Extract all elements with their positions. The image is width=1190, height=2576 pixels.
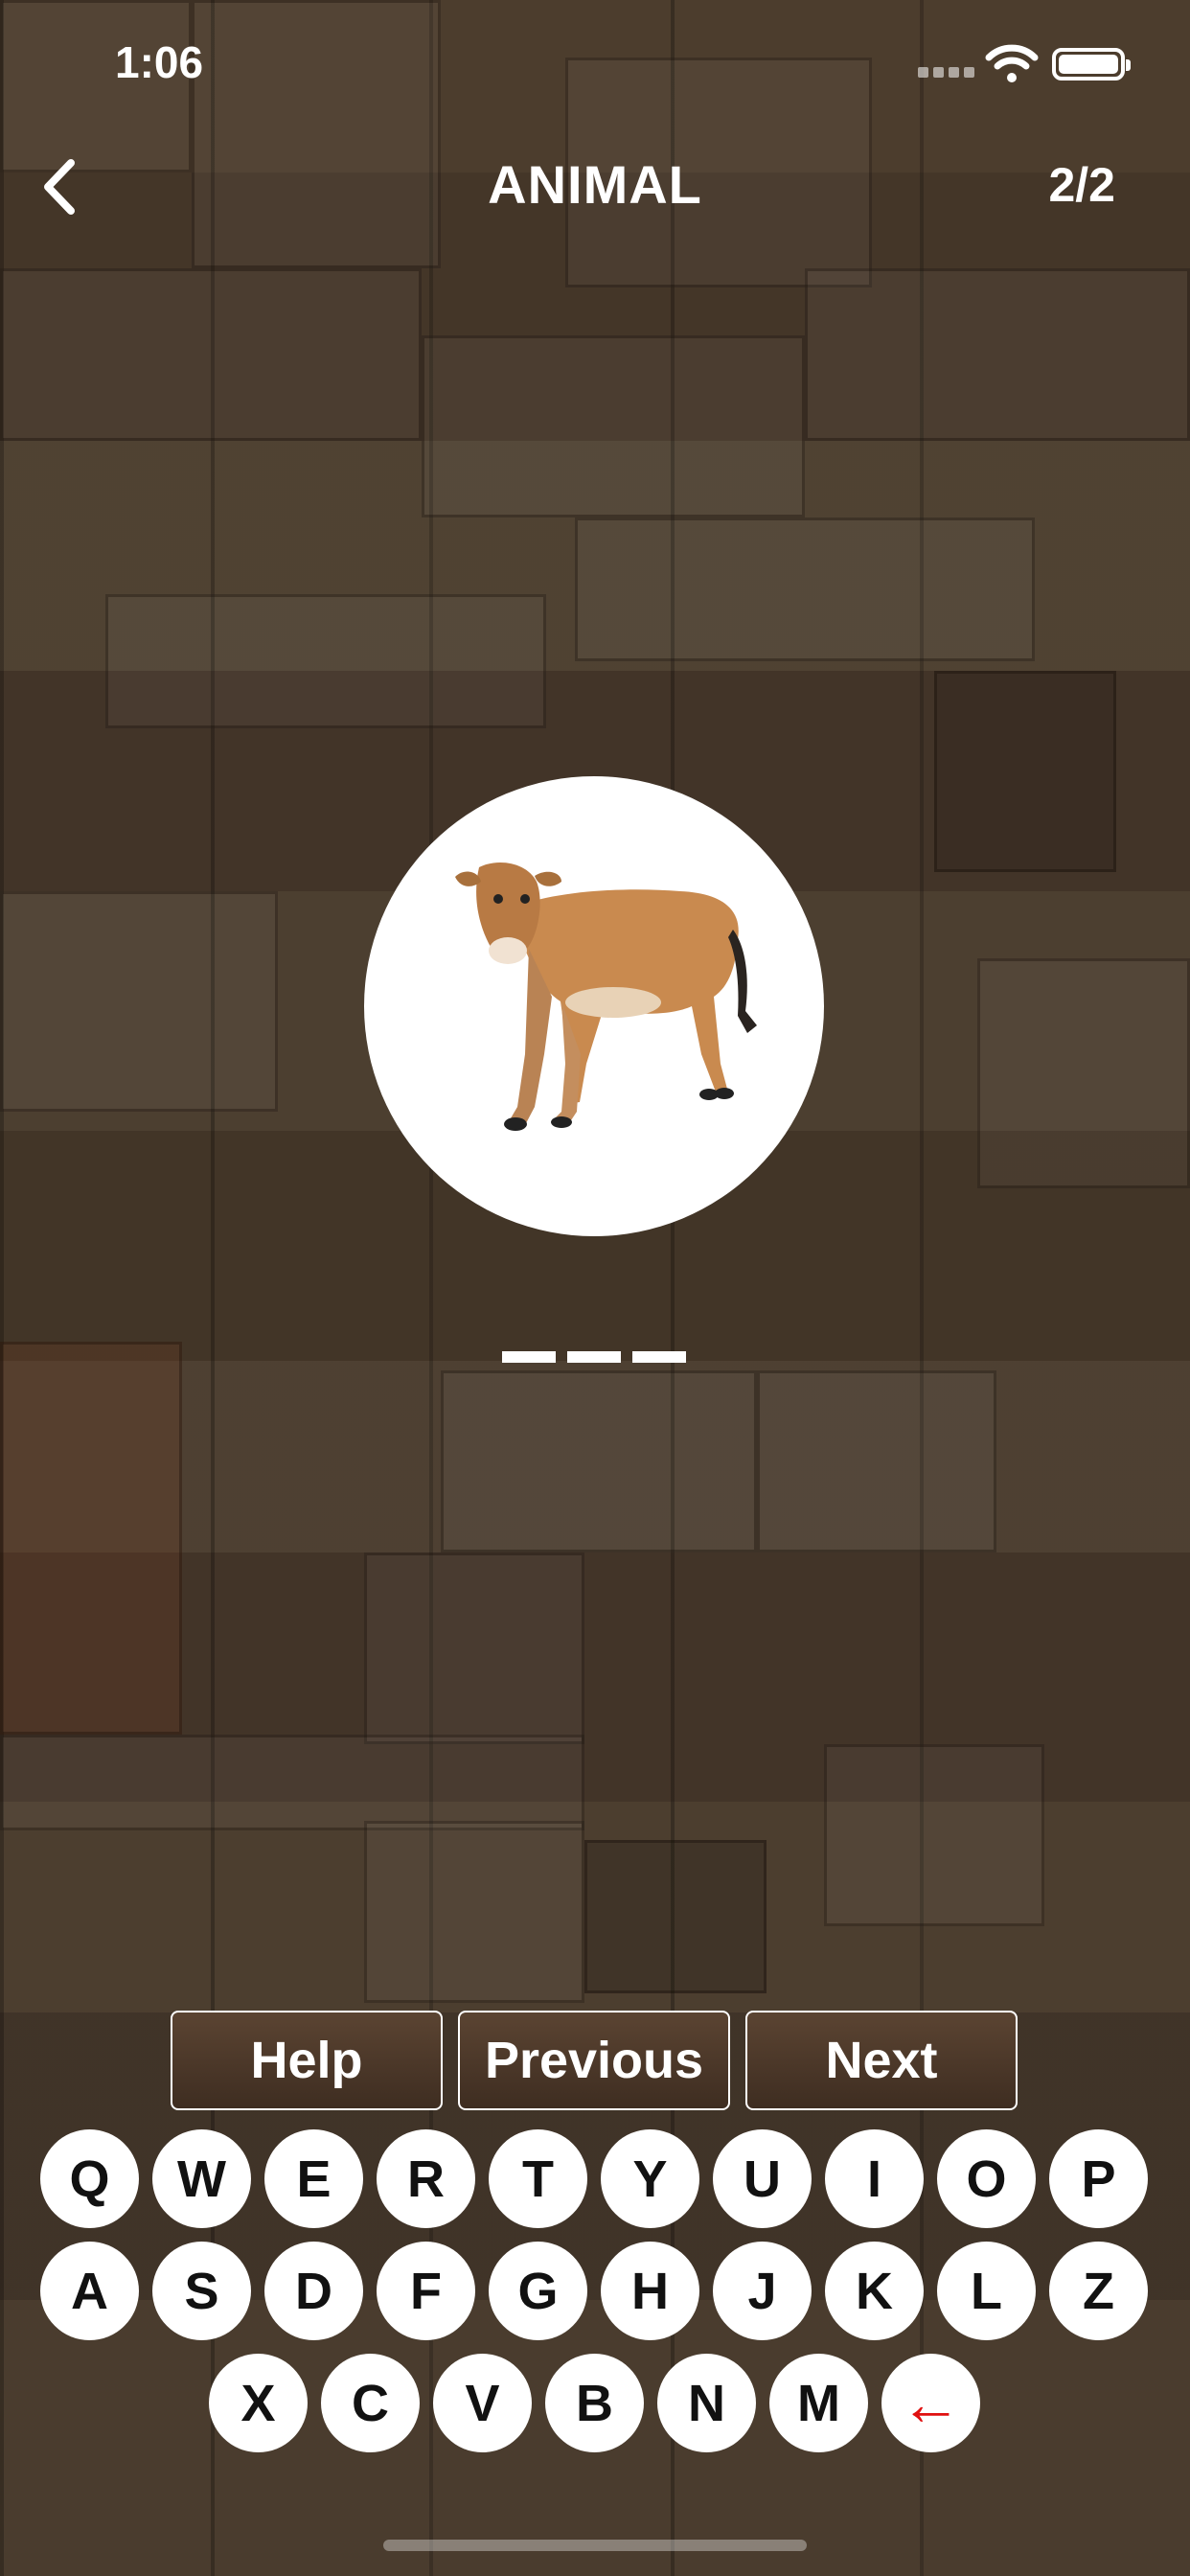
- wood-background-plank: [977, 958, 1190, 1188]
- key-q[interactable]: Q: [40, 2129, 139, 2228]
- wood-background-plank: [105, 594, 546, 728]
- key-p[interactable]: P: [1049, 2129, 1148, 2228]
- key-y[interactable]: Y: [601, 2129, 699, 2228]
- answer-slot: [632, 1351, 686, 1363]
- puzzle-image: [364, 776, 824, 1236]
- next-button[interactable]: Next: [745, 2011, 1018, 2110]
- key-t[interactable]: T: [489, 2129, 587, 2228]
- wood-background-plank: [364, 1552, 584, 1744]
- help-button[interactable]: Help: [171, 2011, 443, 2110]
- wifi-icon: [985, 44, 1039, 82]
- status-bar: 1:06: [0, 0, 1190, 125]
- wood-background-plank: [584, 1840, 767, 1993]
- wood-background-plank: [0, 268, 422, 441]
- signal-icon: [918, 67, 975, 79]
- key-f[interactable]: F: [377, 2242, 475, 2340]
- wood-background-plank: [422, 335, 805, 518]
- status-time: 1:06: [115, 37, 204, 87]
- wood-background-plank: [0, 1342, 182, 1735]
- wood-background-plank: [757, 1370, 996, 1552]
- battery-icon: [1052, 48, 1131, 80]
- answer-slots: [502, 1351, 686, 1363]
- key-z[interactable]: Z: [1049, 2242, 1148, 2340]
- key-s[interactable]: S: [152, 2242, 251, 2340]
- page-title: ANIMAL: [488, 154, 702, 215]
- navigation-bar: ANIMAL 2/2: [0, 144, 1190, 230]
- key-x[interactable]: X: [209, 2354, 308, 2452]
- key-i[interactable]: I: [825, 2129, 924, 2228]
- keyboard-row-1: Q W E R T Y U I O P: [40, 2129, 1148, 2228]
- wood-background-plank: [441, 1370, 757, 1552]
- key-m[interactable]: M: [769, 2354, 868, 2452]
- home-indicator[interactable]: [383, 2540, 807, 2551]
- key-n[interactable]: N: [657, 2354, 756, 2452]
- wood-background-plank: [0, 1735, 584, 1830]
- key-u[interactable]: U: [713, 2129, 812, 2228]
- key-l[interactable]: L: [937, 2242, 1036, 2340]
- previous-button[interactable]: Previous: [458, 2011, 730, 2110]
- cow-image: [455, 862, 757, 1131]
- answer-slot: [567, 1351, 621, 1363]
- key-k[interactable]: K: [825, 2242, 924, 2340]
- keyboard-row-2: A S D F G H J K L Z: [40, 2242, 1148, 2340]
- key-r[interactable]: R: [377, 2129, 475, 2228]
- key-c[interactable]: C: [321, 2354, 420, 2452]
- action-buttons: Help Previous Next: [171, 2011, 1018, 2110]
- wood-background-plank: [364, 1821, 584, 2003]
- wood-background-plank: [575, 518, 1035, 661]
- key-e[interactable]: E: [264, 2129, 363, 2228]
- page-counter: 2/2: [1048, 158, 1115, 212]
- wood-background-plank: [805, 268, 1190, 441]
- wood-background-plank: [824, 1744, 1044, 1926]
- wood-background-plank: [934, 671, 1116, 872]
- wood-background-plank: [0, 891, 278, 1112]
- answer-slot: [502, 1351, 556, 1363]
- key-h[interactable]: H: [601, 2242, 699, 2340]
- key-g[interactable]: G: [489, 2242, 587, 2340]
- key-j[interactable]: J: [713, 2242, 812, 2340]
- backspace-key[interactable]: ←: [881, 2354, 980, 2452]
- keyboard-row-3: X C V B N M ←: [209, 2354, 980, 2452]
- key-b[interactable]: B: [545, 2354, 644, 2452]
- key-a[interactable]: A: [40, 2242, 139, 2340]
- key-o[interactable]: O: [937, 2129, 1036, 2228]
- key-d[interactable]: D: [264, 2242, 363, 2340]
- key-w[interactable]: W: [152, 2129, 251, 2228]
- key-v[interactable]: V: [433, 2354, 532, 2452]
